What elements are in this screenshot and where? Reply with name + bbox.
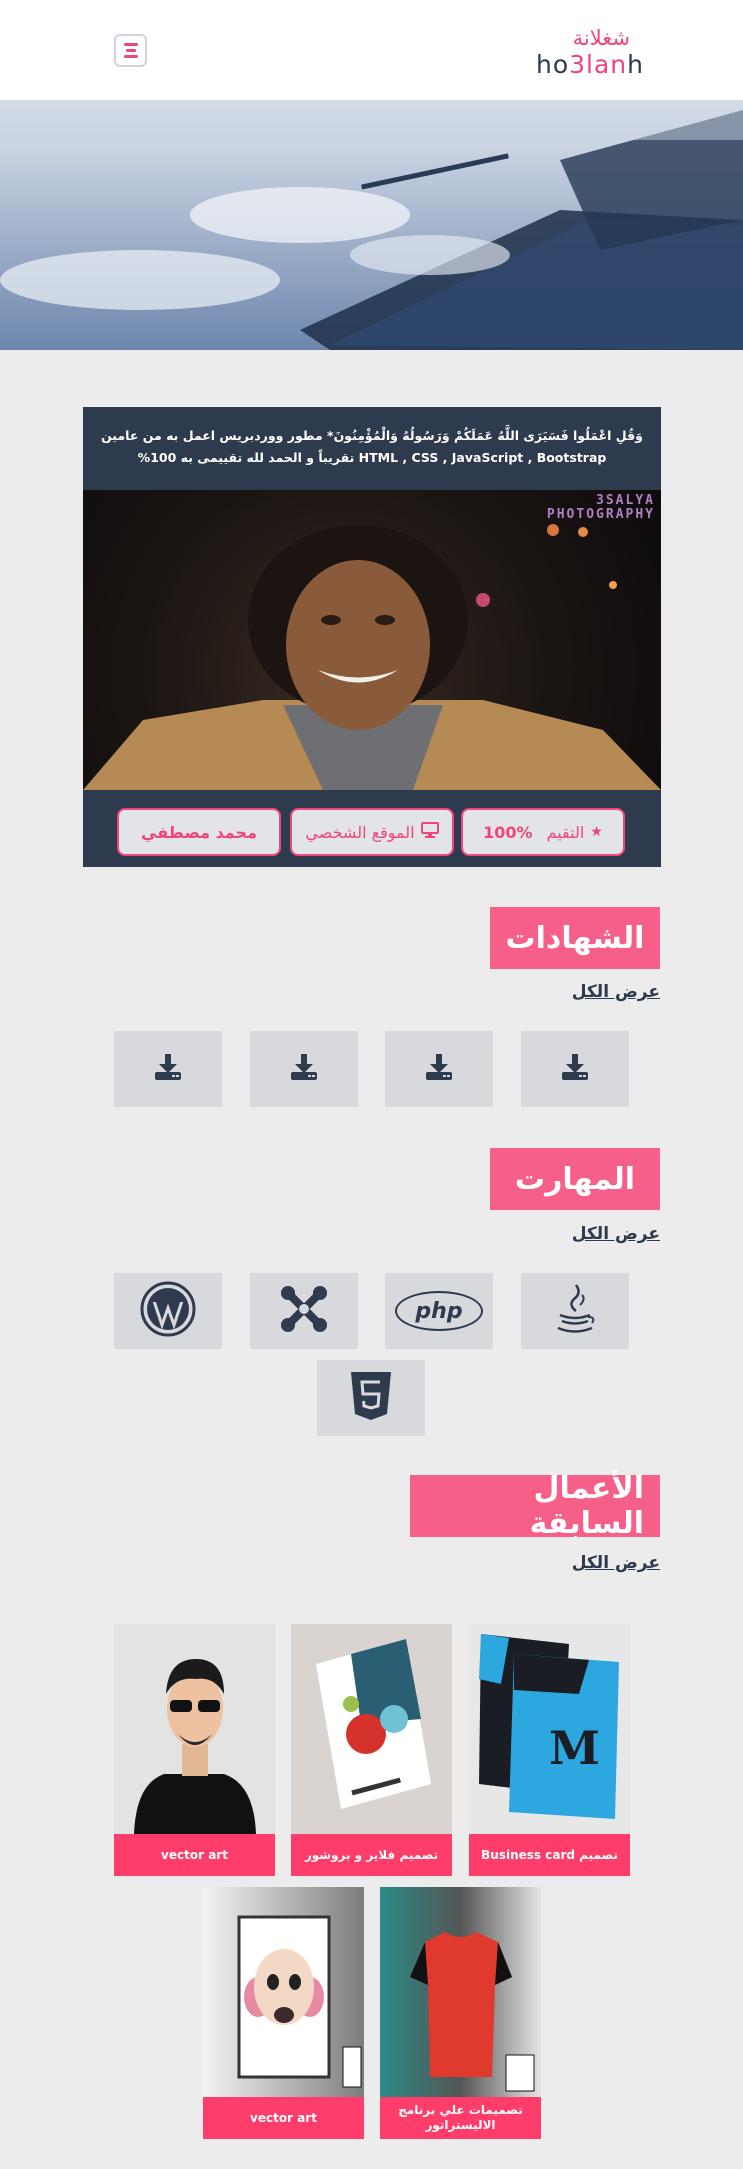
logo-arabic-text: شغلانة	[572, 26, 630, 50]
work-caption: تصميمات علي برنامج الاليستراتور	[380, 2097, 541, 2139]
menu-toggle-button[interactable]	[114, 34, 147, 67]
work-caption: تصميم فلاير و بروشور	[291, 1834, 452, 1876]
java-icon	[552, 1281, 598, 1341]
rating-label: التقيم	[546, 822, 585, 842]
vector-art-man-image	[114, 1624, 275, 1834]
site-logo[interactable]: شغلانة ho3lanh	[536, 26, 643, 79]
work-caption: تصميم Business card	[469, 1834, 630, 1876]
skill-php-tile[interactable]: php	[385, 1273, 493, 1349]
html5-icon	[349, 1370, 393, 1426]
monitor-icon	[420, 822, 439, 842]
work-card[interactable]: vector art	[114, 1624, 275, 1876]
php-icon: php	[395, 1291, 483, 1331]
certificate-download-tile[interactable]	[250, 1031, 358, 1107]
personal-website-button[interactable]: الموقع الشخصي	[290, 808, 454, 856]
profile-photo: 3SALYA PHOTOGRAPHY	[83, 490, 661, 790]
skill-joomla-tile[interactable]	[250, 1273, 358, 1349]
certificates-title: الشهادات	[490, 907, 660, 969]
skill-wordpress-tile[interactable]	[114, 1273, 222, 1349]
laptop-hands-illustration	[0, 100, 743, 350]
works-view-all-link[interactable]: عرض الكل	[572, 1553, 660, 1573]
work-card[interactable]: تصميم فلاير و بروشور	[291, 1624, 452, 1876]
works-title: الأعمال السابقة	[410, 1471, 660, 1541]
certificate-download-tile[interactable]	[385, 1031, 493, 1107]
work-card[interactable]: تصميمات علي برنامج الاليستراتور	[380, 1887, 541, 2139]
certificate-download-tile[interactable]	[114, 1031, 222, 1107]
skill-java-tile[interactable]	[521, 1273, 629, 1349]
flyer-brochure-image	[291, 1624, 452, 1834]
work-card[interactable]: M تصميم Business card	[469, 1624, 630, 1876]
certificates-view-all-link[interactable]: عرض الكل	[572, 982, 660, 1002]
download-icon	[559, 1052, 591, 1086]
skill-html5-tile[interactable]	[317, 1360, 425, 1436]
work-caption: vector art	[203, 2097, 364, 2139]
monkey-vector-art-image	[203, 1887, 364, 2097]
business-card-image: M	[469, 1624, 630, 1834]
svg-text:M: M	[549, 1721, 600, 1775]
profile-bio: وَقُلِ اعْمَلُوا فَسَيَرَى اللَّهُ عَمَل…	[101, 428, 643, 465]
profile-actions: ★ التقيم 100% الموقع الشخصي محمد مصطفي	[83, 790, 661, 867]
portrait-illustration	[83, 524, 661, 790]
work-caption: vector art	[114, 1834, 275, 1876]
hamburger-icon-line	[123, 55, 138, 58]
joomla-icon	[276, 1281, 332, 1341]
website-label: الموقع الشخصي	[305, 822, 415, 842]
hero-banner-image	[0, 100, 743, 350]
star-icon: ★	[590, 824, 603, 840]
skills-view-all-link[interactable]: عرض الكل	[572, 1224, 660, 1244]
hamburger-icon-line	[123, 43, 138, 46]
logo-english-text: ho3lanh	[536, 50, 645, 79]
wordpress-icon	[140, 1281, 196, 1341]
download-icon	[423, 1052, 455, 1086]
work-card[interactable]: vector art	[203, 1887, 364, 2139]
certificate-download-tile[interactable]	[521, 1031, 629, 1107]
rating-button[interactable]: ★ التقيم 100%	[461, 808, 625, 856]
photo-watermark: 3SALYA PHOTOGRAPHY	[546, 493, 655, 522]
profile-name: محمد مصطفي	[141, 822, 257, 842]
download-icon	[288, 1052, 320, 1086]
skills-title: المهارت	[490, 1148, 660, 1210]
rating-value: 100%	[483, 822, 533, 842]
jersey-illustration-image	[380, 1887, 541, 2097]
hamburger-icon-line	[125, 49, 136, 52]
site-header: شغلانة ho3lanh	[0, 0, 743, 100]
download-icon	[152, 1052, 184, 1086]
profile-card: وَقُلِ اعْمَلُوا فَسَيَرَى اللَّهُ عَمَل…	[83, 407, 661, 867]
profile-name-button[interactable]: محمد مصطفي	[117, 808, 281, 856]
